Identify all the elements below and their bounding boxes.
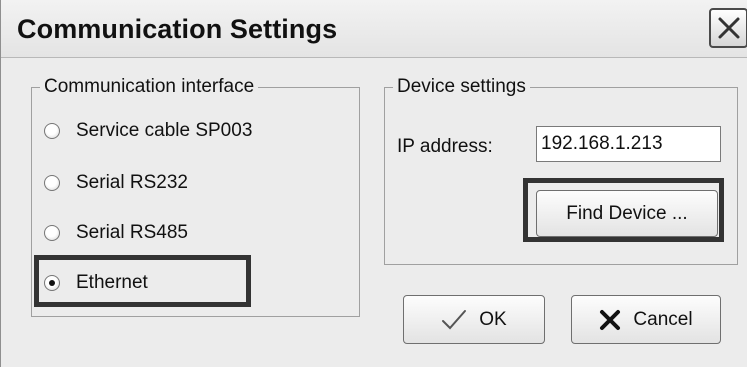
communication-interface-legend: Communication interface bbox=[40, 74, 259, 100]
communication-interface-group: Communication interface Service cable SP… bbox=[31, 74, 360, 317]
radio-serial-rs232[interactable]: Serial RS232 bbox=[44, 168, 188, 198]
radio-service-cable[interactable]: Service cable SP003 bbox=[44, 116, 252, 146]
find-device-label: Find Device ... bbox=[566, 202, 688, 224]
checkmark-icon bbox=[441, 309, 467, 331]
communication-settings-dialog: Communication Settings Communication int… bbox=[0, 0, 747, 367]
close-button[interactable] bbox=[709, 8, 747, 48]
radio-label: Ethernet bbox=[76, 272, 148, 293]
radio-button-selected-icon[interactable] bbox=[44, 275, 60, 291]
radio-label: Serial RS232 bbox=[76, 172, 188, 193]
radio-button-icon[interactable] bbox=[44, 225, 60, 241]
radio-serial-rs485[interactable]: Serial RS485 bbox=[44, 218, 188, 248]
cross-icon bbox=[599, 309, 621, 331]
cancel-label: Cancel bbox=[633, 308, 693, 330]
device-settings-group: Device settings IP address: Find Device … bbox=[384, 74, 738, 265]
ip-address-input[interactable] bbox=[536, 126, 721, 162]
ok-button[interactable]: OK bbox=[403, 295, 545, 344]
ip-address-label: IP address: bbox=[397, 136, 493, 157]
radio-ethernet[interactable]: Ethernet bbox=[44, 268, 148, 298]
title-bar[interactable]: Communication Settings bbox=[1, 0, 747, 58]
radio-button-icon[interactable] bbox=[44, 123, 60, 139]
close-icon bbox=[718, 17, 740, 39]
cancel-button[interactable]: Cancel bbox=[571, 295, 721, 344]
window-title: Communication Settings bbox=[17, 14, 338, 44]
device-settings-legend: Device settings bbox=[393, 74, 530, 100]
radio-label: Serial RS485 bbox=[76, 222, 188, 243]
radio-button-icon[interactable] bbox=[44, 175, 60, 191]
find-device-button[interactable]: Find Device ... bbox=[536, 190, 718, 237]
radio-label: Service cable SP003 bbox=[76, 120, 253, 141]
ok-label: OK bbox=[479, 308, 507, 330]
